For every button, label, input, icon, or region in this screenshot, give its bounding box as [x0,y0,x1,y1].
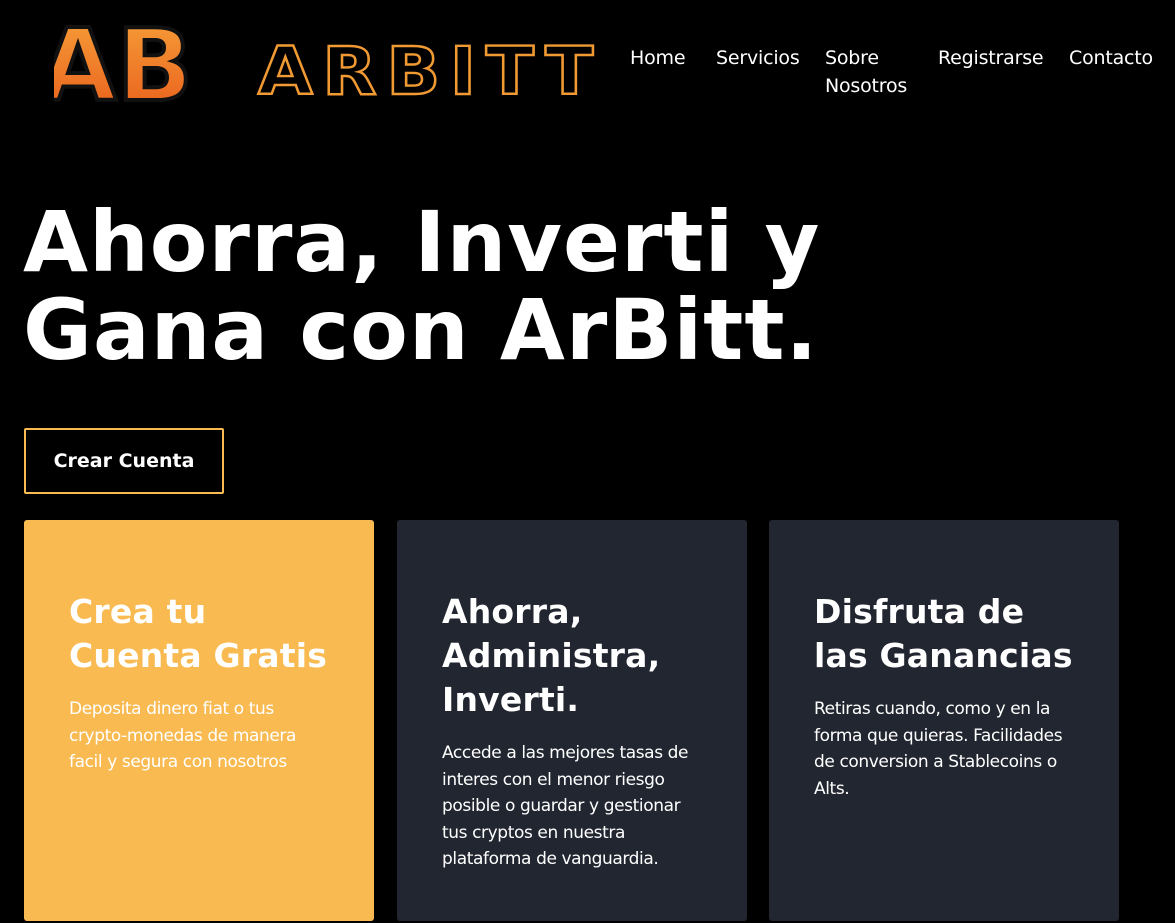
hero-title-line-1: Ahorra, Inverti y [23,193,821,291]
card-title: Crea tu Cuenta Gratis [69,592,328,675]
create-account-button[interactable]: Crear Cuenta [24,428,224,494]
feature-card-save-invest: Ahorra, Administra, Inverti. Accede a la… [397,520,747,921]
logo-wordmark: ARBITT [257,32,603,111]
nav-servicios[interactable]: Servicios [716,44,800,72]
hero-title: Ahorra, Inverti y Gana con ArBitt. [23,198,820,374]
nav-contacto[interactable]: Contacto [1069,44,1153,72]
hero-title-line-2: Gana con ArBitt. [23,281,819,379]
card-text: Deposita dinero fiat o tus crypto-moneda… [69,699,297,772]
nav-home[interactable]: Home [630,44,686,72]
nav-sobre-nosotros[interactable]: Sobre Nosotros [825,44,920,100]
nav-registrarse[interactable]: Registrarse [938,44,1044,72]
logo-monogram: AB [37,5,195,126]
feature-card-create-account: Crea tu Cuenta Gratis Deposita dinero fi… [24,520,374,921]
card-text: Retiras cuando, como y en la forma que q… [814,699,1063,799]
card-text: Accede a las mejores tasas de interes co… [442,743,689,869]
svg-text:ARBITT: ARBITT [258,33,603,110]
brand-logo[interactable]: AB ARBITT [37,5,610,126]
card-title: Disfruta de las Ganancias [814,592,1073,675]
feature-card-earnings: Disfruta de las Ganancias Retiras cuando… [769,520,1119,921]
svg-text:AB: AB [54,14,193,116]
card-title: Ahorra, Administra, Inverti. [442,592,661,719]
